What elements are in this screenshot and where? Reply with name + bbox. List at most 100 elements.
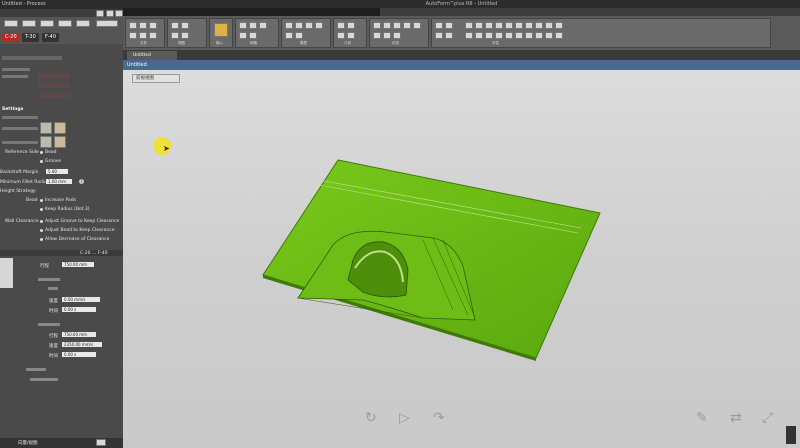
file-icon[interactable] — [149, 32, 157, 39]
tab-f40[interactable]: F-40 — [42, 33, 60, 42]
panel-tool-icon[interactable] — [58, 20, 72, 27]
model-icon[interactable] — [285, 22, 293, 29]
footer-button[interactable] — [96, 439, 106, 446]
simulation-icon[interactable] — [393, 32, 401, 39]
open-file-icon[interactable] — [139, 22, 147, 29]
geometry-icon[interactable] — [347, 22, 355, 29]
evaluate-icon[interactable] — [485, 22, 493, 29]
forward-icon[interactable]: ↷ — [433, 410, 445, 426]
panel-tool-icon[interactable] — [76, 20, 90, 27]
simulation-icon[interactable] — [373, 22, 381, 29]
evaluate-icon[interactable] — [465, 22, 473, 29]
evaluate-icon[interactable] — [485, 32, 493, 39]
part-model[interactable] — [123, 70, 800, 448]
evaluate-icon[interactable] — [555, 32, 563, 39]
corner-widget[interactable] — [786, 426, 796, 444]
stroke-field[interactable]: 750.00 mm — [62, 262, 94, 267]
import-icon[interactable] — [214, 23, 228, 37]
mesh-icon[interactable] — [239, 22, 247, 29]
speed-field[interactable]: 0.00 mm/s — [62, 297, 100, 302]
radio-groove[interactable] — [40, 160, 43, 163]
simulation-icon[interactable] — [373, 32, 381, 39]
evaluate-icon[interactable] — [445, 32, 453, 39]
document-tab[interactable]: Untitled — [127, 51, 177, 60]
evaluate-icon[interactable] — [545, 32, 553, 39]
evaluate-icon[interactable] — [525, 32, 533, 39]
radio-wall-3[interactable] — [40, 238, 43, 241]
panel-tool-icon[interactable] — [4, 20, 18, 27]
evaluate-icon[interactable] — [495, 22, 503, 29]
evaluate-icon[interactable] — [505, 22, 513, 29]
view-icon[interactable] — [171, 32, 179, 39]
close-icon[interactable] — [115, 10, 123, 17]
new-file-icon[interactable] — [129, 22, 137, 29]
model-icon[interactable] — [295, 32, 303, 39]
file-icon[interactable] — [139, 32, 147, 39]
replay-icon[interactable]: ↻ — [365, 410, 377, 426]
fillet-field[interactable]: 1.00 mm — [46, 179, 72, 184]
mesh-icon[interactable] — [249, 32, 257, 39]
model-icon[interactable] — [305, 22, 313, 29]
mesh-icon[interactable] — [249, 22, 257, 29]
shape-icon[interactable] — [54, 136, 66, 148]
evaluate-icon[interactable] — [525, 22, 533, 29]
time-field[interactable]: 0.00 s — [62, 307, 96, 312]
stroke-field-2[interactable]: 750.00 mm — [62, 332, 96, 337]
expand-icon[interactable]: ⤢ — [762, 410, 773, 426]
evaluate-icon[interactable] — [435, 22, 443, 29]
speed-field-2[interactable]: 2350.00 mm/s — [62, 342, 102, 347]
simulation-icon[interactable] — [383, 32, 391, 39]
shape-icon[interactable] — [54, 122, 66, 134]
view-dropdown[interactable]: 前视视图 — [132, 74, 180, 83]
pen-icon[interactable]: ✎ — [696, 410, 708, 426]
view-icon[interactable] — [181, 22, 189, 29]
radio-bead[interactable] — [40, 151, 43, 154]
radio-wall-1[interactable] — [40, 220, 43, 223]
evaluate-icon[interactable] — [515, 32, 523, 39]
model-icon[interactable] — [315, 22, 323, 29]
3d-viewport[interactable] — [123, 70, 800, 448]
simulation-icon[interactable] — [383, 22, 391, 29]
geometry-icon[interactable] — [337, 32, 345, 39]
value-field[interactable] — [38, 83, 70, 88]
simulation-icon[interactable] — [413, 22, 421, 29]
evaluate-icon[interactable] — [475, 22, 483, 29]
share-icon[interactable]: ⇄ — [730, 410, 742, 426]
panel-tool-icon[interactable] — [22, 20, 36, 27]
evaluate-icon[interactable] — [535, 32, 543, 39]
value-field[interactable] — [38, 93, 70, 98]
panel-tool-icon[interactable] — [40, 20, 54, 27]
evaluate-icon[interactable] — [515, 22, 523, 29]
shape-icon[interactable] — [40, 136, 52, 148]
radio-keep-radius[interactable] — [40, 208, 43, 211]
play-icon[interactable]: ▷ — [399, 410, 410, 426]
view-icon[interactable] — [181, 32, 189, 39]
tab-c20[interactable]: C-20 — [2, 33, 20, 42]
model-icon[interactable] — [295, 22, 303, 29]
panel-tool-icon[interactable] — [96, 20, 118, 27]
evaluate-icon[interactable] — [465, 32, 473, 39]
panel-icon-1[interactable] — [96, 10, 104, 17]
backdraft-field[interactable]: 5.00 — [46, 169, 68, 174]
panel-icon-2[interactable] — [106, 10, 114, 17]
evaluate-icon[interactable] — [505, 32, 513, 39]
evaluate-icon[interactable] — [535, 22, 543, 29]
mesh-icon[interactable] — [239, 32, 247, 39]
tab-t30[interactable]: T-30 — [22, 33, 39, 42]
help-icon[interactable]: ? — [79, 179, 84, 184]
mesh-icon[interactable] — [259, 22, 267, 29]
value-field[interactable] — [38, 73, 70, 78]
evaluate-icon[interactable] — [475, 32, 483, 39]
evaluate-icon[interactable] — [545, 22, 553, 29]
radio-increase[interactable] — [40, 199, 43, 202]
stage-list[interactable] — [0, 258, 13, 288]
view-icon[interactable] — [171, 22, 179, 29]
simulation-icon[interactable] — [403, 22, 411, 29]
radio-wall-2[interactable] — [40, 229, 43, 232]
evaluate-icon[interactable] — [555, 22, 563, 29]
evaluate-icon[interactable] — [495, 32, 503, 39]
shape-icon[interactable] — [40, 122, 52, 134]
geometry-icon[interactable] — [337, 22, 345, 29]
model-icon[interactable] — [285, 32, 293, 39]
time-field-2[interactable]: 0.00 s — [62, 352, 96, 357]
